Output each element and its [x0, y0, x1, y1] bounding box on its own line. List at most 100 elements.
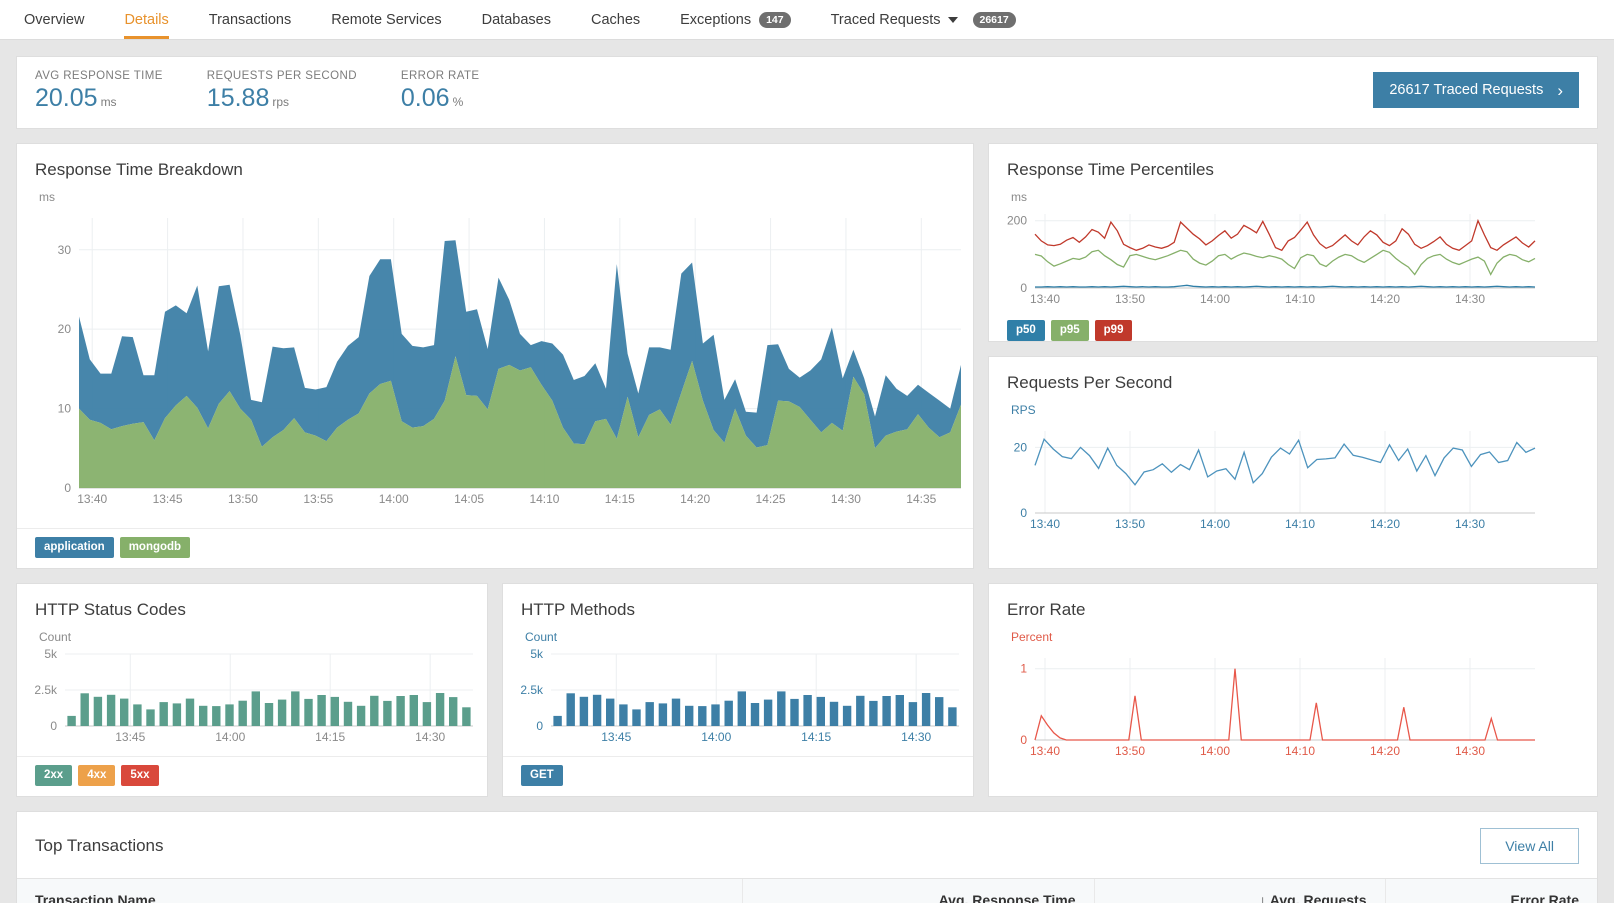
svg-text:14:30: 14:30	[901, 730, 931, 744]
chart-requests-per-second[interactable]: 13:40 13:50 14:00 14:10 14:20 14:30 0 20	[989, 417, 1597, 539]
legend-badge-application[interactable]: application	[35, 537, 114, 558]
svg-text:13:40: 13:40	[1030, 517, 1060, 531]
legend-badge-get[interactable]: GET	[521, 765, 563, 786]
metric-value: 0.06%	[400, 83, 464, 112]
nav-badge-count: 147	[759, 11, 791, 28]
svg-text:2.5k: 2.5k	[520, 683, 544, 697]
table-column-header-2[interactable]: ↓ Avg. Requests	[1093, 878, 1386, 903]
chevron-right-icon: ›	[1557, 80, 1563, 100]
page-title: Top Transactions	[35, 836, 164, 855]
nav-item-traced-requests[interactable]: Traced Requests 26617	[811, 0, 1036, 39]
svg-text:5k: 5k	[44, 647, 58, 661]
svg-text:14:00: 14:00	[215, 730, 245, 744]
nav-item-label: Remote Services	[331, 11, 442, 28]
svg-text:14:00: 14:00	[1200, 292, 1230, 306]
nav-badge-count: 26617	[972, 11, 1016, 28]
panel-title-methods: HTTP Methods	[521, 600, 636, 619]
nav-item-overview[interactable]: Overview	[4, 0, 104, 39]
svg-text:14:30: 14:30	[1455, 744, 1485, 758]
svg-text:2.5k: 2.5k	[34, 683, 58, 697]
panel-http-methods: HTTP Methods Count 13:45 14:00 14:15 14:30 0…	[502, 583, 974, 797]
panel-title-status-codes: HTTP Status Codes	[35, 600, 186, 619]
nav-item-exceptions[interactable]: Exceptions 147	[660, 0, 810, 39]
legend-badge-p95[interactable]: p95	[1050, 320, 1089, 341]
traced-requests-label: 26617 Traced Requests	[1389, 82, 1544, 98]
axis-unit-percent: Percent	[1011, 630, 1053, 644]
metric-unit: rps	[272, 94, 290, 109]
metric-label: ERROR RATE	[400, 69, 480, 82]
svg-text:13:40: 13:40	[1030, 744, 1060, 758]
svg-text:14:15: 14:15	[605, 492, 635, 506]
legend-percentiles: p50 p95 p99	[989, 316, 1597, 351]
axis-unit-rps: RPS	[1011, 403, 1036, 417]
svg-text:13:45: 13:45	[153, 492, 183, 506]
table-column-header-3[interactable]: Error Rate	[1384, 878, 1597, 903]
traced-requests-button[interactable]: 26617 Traced Requests ›	[1373, 72, 1579, 108]
svg-text:14:00: 14:00	[701, 730, 731, 744]
chart-percentiles[interactable]: 13:40 13:50 14:00 14:10 14:20 14:30 0 200	[989, 204, 1597, 312]
metric-label: REQUESTS PER SECOND	[206, 69, 357, 82]
metric-requests-per-second: REQUESTS PER SECOND 15.88 rps	[207, 70, 357, 116]
legend-status-codes: 2xx 4xx 5xx	[17, 756, 487, 796]
svg-text:0: 0	[1020, 506, 1027, 520]
svg-text:20: 20	[1014, 440, 1028, 454]
axis-unit-ms-percentiles: ms	[1011, 190, 1027, 204]
nav-item-details[interactable]: Details	[104, 0, 188, 39]
svg-text:14:10: 14:10	[1285, 744, 1315, 758]
axis-unit-ms: ms	[39, 190, 55, 204]
svg-text:14:35: 14:35	[906, 492, 936, 506]
metric-avg-response-time: AVG RESPONSE TIME 20.05 ms	[35, 70, 163, 116]
chart-error-rate[interactable]: 13:40 13:50 14:00 14:10 14:20 14:30 0 1	[989, 644, 1597, 766]
svg-text:13:45: 13:45	[115, 730, 145, 744]
chart-http-status-codes[interactable]: 13:45 14:00 14:15 14:30 0 2.5k 5k	[17, 644, 487, 752]
nav-item-transactions[interactable]: Transactions	[189, 0, 311, 39]
nav-item-label: Exceptions	[680, 11, 752, 28]
svg-text:14:10: 14:10	[529, 492, 559, 506]
legend-badge-p50[interactable]: p50	[1007, 320, 1045, 341]
nav-item-label: Caches	[590, 11, 641, 28]
top-navigation: Overview Details Transactions Remote Servic…	[0, 0, 1614, 40]
nav-item-label: Details	[124, 11, 169, 28]
nav-item-databases[interactable]: Databases	[462, 0, 571, 39]
chart-http-methods[interactable]: 13:45 14:00 14:15 14:30 0 2.5k 5k	[503, 644, 973, 752]
table-column-header-0[interactable]: Transaction Name	[17, 878, 743, 903]
chart-response-time-breakdown[interactable]: 13:40 13:45 13:50 13:55 14:00 14:05 14:10 14:15…	[17, 204, 973, 524]
panel-error-rate: Error Rate Percent 13:40 13:50 14:00 14:10 1…	[988, 583, 1598, 797]
view-all-button[interactable]: View All	[1480, 828, 1579, 864]
svg-text:13:50: 13:50	[1115, 744, 1145, 758]
legend-badge-p99[interactable]: p99	[1094, 320, 1133, 341]
nav-item-label: Databases	[481, 11, 551, 28]
svg-text:0: 0	[1020, 733, 1027, 747]
table-header-row: Transaction Name Avg. Response Time ↓ Avg.…	[17, 878, 1597, 903]
metric-value: 20.05 ms	[35, 83, 117, 112]
svg-text:14:00: 14:00	[379, 492, 409, 506]
metric-label: AVG RESPONSE TIME	[35, 69, 163, 82]
metric-unit: ms	[100, 94, 117, 109]
legend-badge-mongodb[interactable]: mongodb	[119, 537, 191, 558]
nav-item-caches[interactable]: Caches	[571, 0, 660, 39]
svg-text:1: 1	[1020, 662, 1027, 676]
svg-text:0: 0	[536, 719, 543, 733]
table-column-header-1[interactable]: Avg. Response Time	[742, 878, 1095, 903]
panel-title-rps: Requests Per Second	[1007, 373, 1173, 392]
chevron-down-icon	[947, 16, 958, 23]
panel-title-response-breakdown: Response Time Breakdown	[35, 160, 243, 179]
svg-text:14:00: 14:00	[1200, 744, 1230, 758]
svg-text:0: 0	[50, 719, 57, 733]
svg-text:13:50: 13:50	[228, 492, 258, 506]
legend-response-breakdown: application mongodb	[17, 528, 973, 568]
nav-item-remote-services[interactable]: Remote Services	[311, 0, 461, 39]
svg-text:14:10: 14:10	[1285, 292, 1315, 306]
svg-text:14:30: 14:30	[1455, 292, 1485, 306]
charts-row-1: Response Time Breakdown ms 13:40 13:45 13:…	[16, 143, 1598, 569]
svg-text:14:15: 14:15	[801, 730, 831, 744]
nav-item-label: Traced Requests	[830, 11, 941, 28]
svg-text:14:20: 14:20	[1370, 744, 1400, 758]
svg-text:5k: 5k	[530, 647, 544, 661]
svg-text:13:50: 13:50	[1115, 292, 1145, 306]
legend-badge-4xx[interactable]: 4xx	[78, 765, 116, 786]
legend-methods: GET	[503, 756, 973, 796]
legend-badge-5xx[interactable]: 5xx	[121, 765, 159, 786]
legend-badge-2xx[interactable]: 2xx	[35, 765, 73, 786]
panel-http-status-codes: HTTP Status Codes Count 13:45 14:00 14:15 1…	[16, 583, 488, 797]
